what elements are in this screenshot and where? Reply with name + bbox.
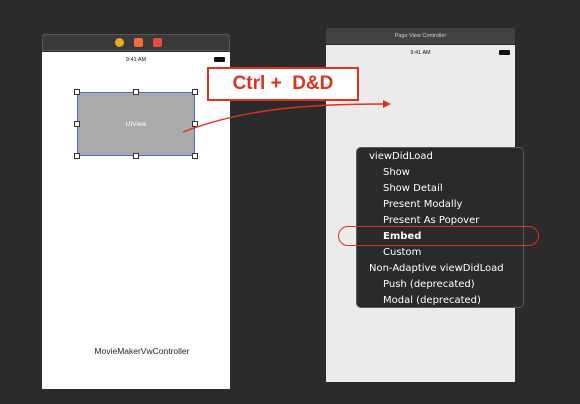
arrow-head-icon <box>383 100 391 108</box>
menu-section-header: viewDidLoad <box>369 151 433 162</box>
embed-highlight-ring <box>338 226 539 246</box>
menu-item-modal-deprecated[interactable]: Modal (deprecated) <box>357 293 523 309</box>
ctrl-drag-callout: Ctrl + D&D <box>207 67 359 101</box>
menu-item-present-modally[interactable]: Present Modally <box>357 197 523 213</box>
menu-item-show-detail[interactable]: Show Detail <box>357 181 523 197</box>
menu-item-show[interactable]: Show <box>357 165 523 181</box>
menu-item-push-deprecated[interactable]: Push (deprecated) <box>357 277 523 293</box>
menu-item-custom[interactable]: Custom <box>357 245 523 261</box>
drag-arrow-line <box>182 103 386 133</box>
menu-section-header-non-adaptive: Non-Adaptive viewDidLoad <box>369 263 504 274</box>
